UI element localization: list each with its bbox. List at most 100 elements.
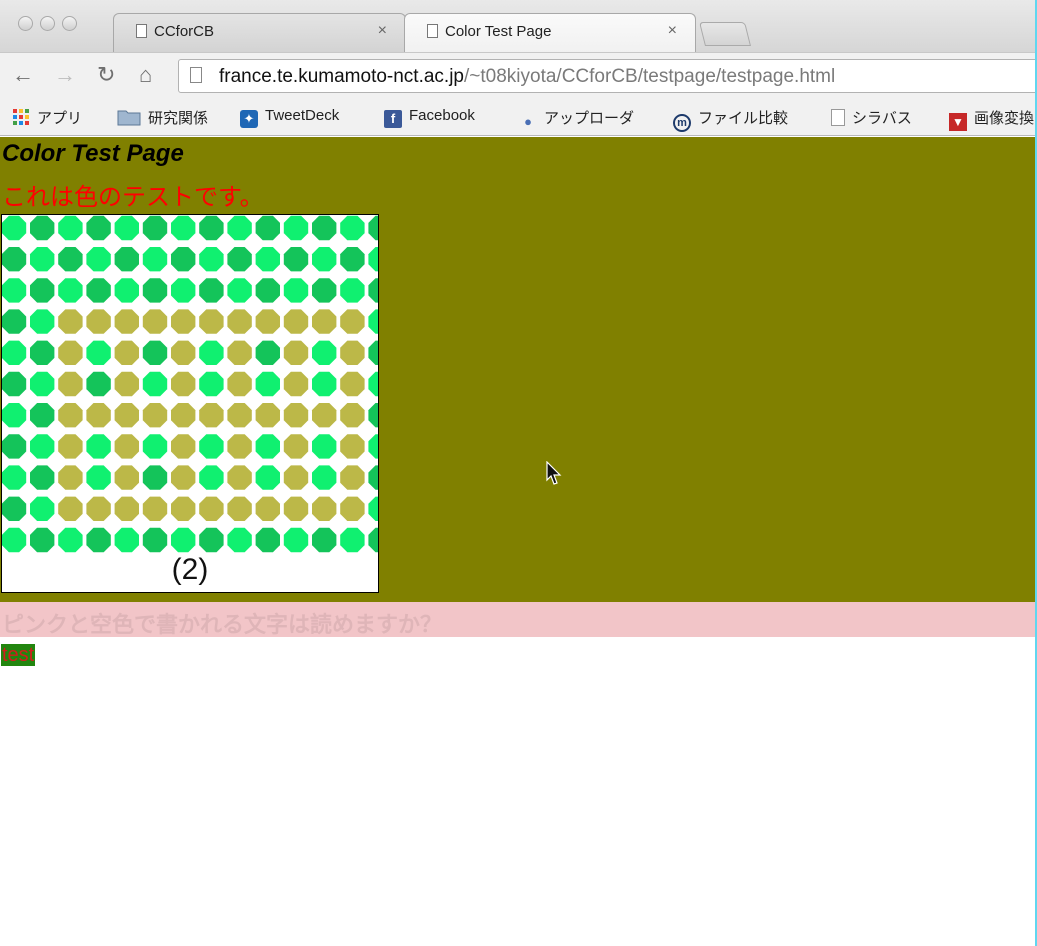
image-convert-icon: ▼ xyxy=(949,113,967,131)
bookmark-tweetdeck[interactable]: ✦ TweetDeck xyxy=(240,107,339,128)
red-test-text: これは色のテストです。 xyxy=(2,184,264,211)
reload-icon[interactable]: ↻ xyxy=(97,62,115,88)
plate-dot xyxy=(58,340,83,365)
plate-dot xyxy=(86,496,111,521)
plate-dot xyxy=(171,215,196,241)
plate-dot xyxy=(2,403,27,428)
plate-dot xyxy=(368,371,378,397)
plate-dot xyxy=(114,309,139,334)
plate-dot xyxy=(227,278,252,303)
close-tab-icon[interactable]: × xyxy=(668,22,677,40)
plate-dot xyxy=(340,215,365,241)
plate-dot xyxy=(340,434,365,459)
plate-dot xyxy=(86,465,111,490)
plate-dot xyxy=(312,496,337,521)
tab-ccforcb[interactable]: CCforCB × xyxy=(113,13,406,52)
tab-color-test-page[interactable]: Color Test Page × xyxy=(404,13,696,52)
plate-dot xyxy=(2,247,27,272)
minimize-window-icon[interactable] xyxy=(40,16,55,31)
bookmark-syllabus[interactable]: シラバス xyxy=(831,107,912,127)
plate-dot xyxy=(30,371,55,397)
plate-dot xyxy=(114,371,139,397)
plate-dot xyxy=(312,465,337,490)
plate-dot xyxy=(199,215,224,241)
plate-dot xyxy=(227,340,252,365)
toolbar: ← → ↻ ⌂ france.te.kumamoto-nct.ac.jp/~t0… xyxy=(0,52,1037,99)
plate-dot xyxy=(340,465,365,490)
page-icon xyxy=(831,109,845,126)
plate-dot xyxy=(142,340,168,365)
plate-dot xyxy=(227,247,252,272)
zoom-window-icon[interactable] xyxy=(62,16,77,31)
plate-dot xyxy=(283,309,309,334)
bookmark-image-convert[interactable]: ▼ 画像変換 xyxy=(949,107,1034,131)
plate-dot xyxy=(30,403,55,428)
plate-dot xyxy=(199,371,224,397)
plate-dot xyxy=(30,309,55,334)
plate-dot xyxy=(114,278,139,303)
page-title: Color Test Page xyxy=(2,140,184,167)
plate-dot xyxy=(30,434,55,459)
plate-dot xyxy=(30,215,55,241)
plate-dot xyxy=(199,403,224,428)
plate-dot xyxy=(114,434,139,459)
pink-bar: ピンクと空色で書かれる文字は読めますか？ xyxy=(0,602,1035,637)
plate-dot xyxy=(171,278,196,303)
bookmark-apps[interactable]: アプリ xyxy=(12,107,82,127)
address-bar[interactable]: france.te.kumamoto-nct.ac.jp/~t08kiyota/… xyxy=(178,59,1037,93)
bookmarks-bar: アプリ 研究関係 ✦ TweetDeck f Facebook ● アップローダ mフ… xyxy=(0,98,1035,136)
forward-icon[interactable]: → xyxy=(54,62,76,88)
plate-dot xyxy=(30,278,55,303)
plate-dot xyxy=(283,403,309,428)
plate-dot xyxy=(283,247,309,272)
new-tab-button[interactable] xyxy=(699,22,751,46)
uploader-icon: ● xyxy=(524,114,532,129)
page-icon xyxy=(427,24,438,38)
olive-section: Color Test Page これは色のテストです。 (2) xyxy=(0,137,1035,602)
home-icon[interactable]: ⌂ xyxy=(139,62,152,88)
plate-dot xyxy=(171,403,196,428)
plate-dot xyxy=(2,215,27,241)
plate-dot xyxy=(340,247,365,272)
plate-dot xyxy=(368,340,378,365)
plate-dot xyxy=(86,434,111,459)
plate-dot xyxy=(227,215,252,241)
plate-dot xyxy=(283,496,309,521)
plate-dot xyxy=(340,340,365,365)
plate-dot xyxy=(368,434,378,459)
plate-dot xyxy=(142,527,168,553)
bookmark-label: アプリ xyxy=(37,110,83,127)
plate-dot xyxy=(86,215,111,241)
close-tab-icon[interactable]: × xyxy=(378,22,387,40)
bookmark-facebook[interactable]: f Facebook xyxy=(384,107,475,128)
plate-dot xyxy=(255,278,280,303)
plate-dot xyxy=(227,527,252,553)
plate-dot xyxy=(199,434,224,459)
plate-dot xyxy=(86,403,111,428)
plate-dot xyxy=(255,527,280,553)
plate-dot xyxy=(2,371,27,397)
plate-label: (2) xyxy=(171,553,209,586)
close-window-icon[interactable] xyxy=(18,16,33,31)
plate-dot xyxy=(142,496,168,521)
plate-dot xyxy=(114,496,139,521)
apps-grid-icon xyxy=(12,108,30,126)
test-text: test xyxy=(1,644,36,666)
plate-dot xyxy=(114,340,139,365)
plate-dot xyxy=(312,434,337,459)
folder-icon xyxy=(117,108,141,126)
plate-dot xyxy=(86,527,111,553)
facebook-icon: f xyxy=(384,110,402,128)
plate-dot xyxy=(30,465,55,490)
plate-dot xyxy=(312,309,337,334)
file-compare-icon: m xyxy=(673,114,691,132)
bookmark-file-compare[interactable]: m ファイル比較 xyxy=(673,107,788,132)
plate-dot xyxy=(58,434,83,459)
plate-dot xyxy=(227,496,252,521)
bookmark-uploader[interactable]: ● アップローダ xyxy=(519,107,634,129)
back-icon[interactable]: ← xyxy=(12,62,34,88)
url-text[interactable]: france.te.kumamoto-nct.ac.jp/~t08kiyota/… xyxy=(219,66,835,88)
plate-dot xyxy=(142,434,168,459)
plate-dot xyxy=(142,371,168,397)
bookmark-research-folder[interactable]: 研究関係 xyxy=(117,107,208,127)
